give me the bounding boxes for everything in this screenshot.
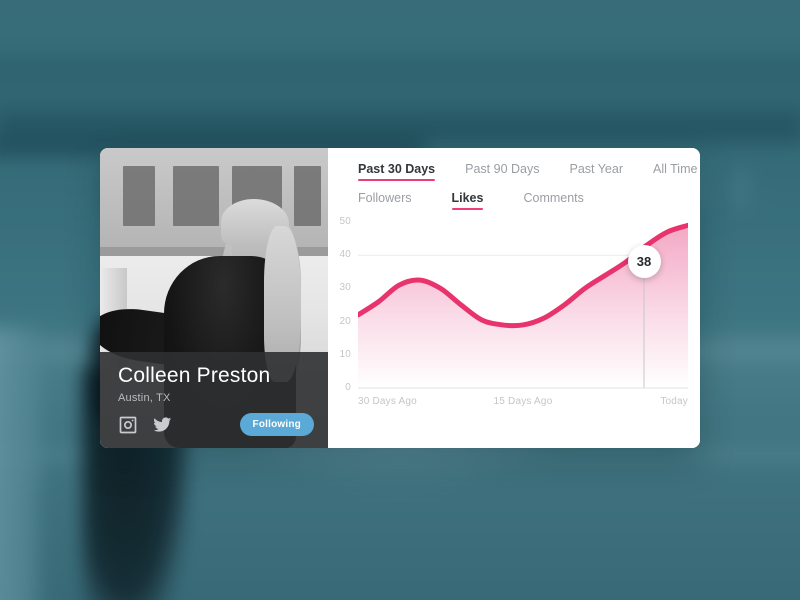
chart-y-tick: 40 bbox=[339, 249, 351, 261]
twitter-icon[interactable] bbox=[152, 415, 172, 435]
metric-tabs: Followers Likes Comments bbox=[358, 191, 700, 210]
chart-svg bbox=[358, 222, 688, 389]
instagram-icon[interactable] bbox=[118, 415, 138, 435]
profile-location: Austin, TX bbox=[118, 392, 171, 405]
chart-y-tick: 20 bbox=[339, 315, 351, 327]
likes-chart: 50 40 30 20 10 0 30 Days Ago 15 Days Ago Today … bbox=[339, 210, 688, 410]
profile-info-overlay: Colleen Preston Austin, TX Following bbox=[100, 352, 328, 448]
tab-comments[interactable]: Comments bbox=[523, 191, 583, 210]
following-button[interactable]: Following bbox=[239, 413, 314, 436]
tab-all-time[interactable]: All Time bbox=[653, 162, 697, 181]
screen: Colleen Preston Austin, TX Following Pas… bbox=[0, 0, 800, 600]
range-tabs: Past 30 Days Past 90 Days Past Year All … bbox=[358, 162, 700, 181]
chart-x-tick: 30 Days Ago bbox=[358, 396, 417, 407]
profile-stats-card: Colleen Preston Austin, TX Following Pas… bbox=[100, 148, 700, 448]
chart-y-tick: 30 bbox=[339, 282, 351, 294]
tab-past-year[interactable]: Past Year bbox=[569, 162, 623, 181]
profile-name: Colleen Preston bbox=[118, 364, 271, 387]
chart-y-tick: 0 bbox=[345, 382, 351, 393]
tab-followers[interactable]: Followers bbox=[358, 191, 412, 210]
tab-past-30-days[interactable]: Past 30 Days bbox=[358, 162, 436, 181]
chart-tooltip[interactable]: 38 bbox=[627, 245, 661, 279]
tab-likes[interactable]: Likes bbox=[451, 191, 483, 210]
chart-x-tick: 15 Days Ago bbox=[493, 396, 553, 407]
profile-actions-row: Following bbox=[118, 413, 314, 436]
tab-past-90-days[interactable]: Past 90 Days bbox=[465, 162, 539, 181]
chart-x-tick: Today bbox=[660, 396, 688, 407]
chart-y-tick: 10 bbox=[339, 348, 351, 360]
chart-y-tick: 50 bbox=[339, 216, 351, 227]
stats-panel: Past 30 Days Past 90 Days Past Year All … bbox=[328, 148, 700, 448]
profile-panel: Colleen Preston Austin, TX Following bbox=[100, 148, 328, 448]
